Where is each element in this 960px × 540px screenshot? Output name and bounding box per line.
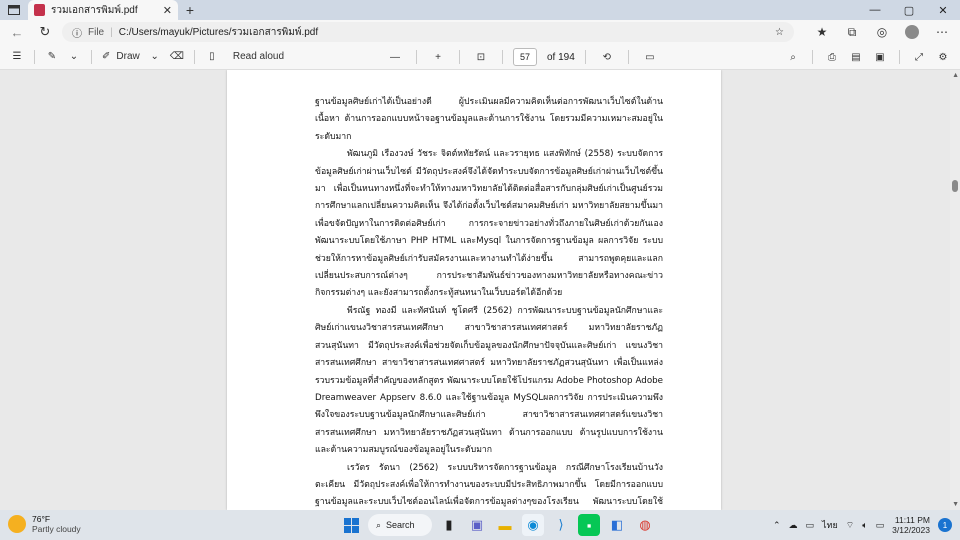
toolbar-divider — [416, 50, 417, 64]
paragraph: ฐานข้อมูลศิษย์เก่าได้เป็นอย่างดี ผู้ประเ… — [315, 97, 663, 142]
highlight-icon[interactable]: ✎ — [41, 46, 63, 68]
vertical-scrollbar[interactable]: ▲ ▼ — [950, 70, 960, 510]
scrollbar-thumb[interactable] — [952, 180, 958, 192]
fullscreen-icon[interactable]: ⤢ — [908, 46, 930, 68]
page-number-input[interactable]: 57 — [513, 48, 537, 66]
maximize-button[interactable]: ▢ — [892, 0, 926, 20]
language-indicator[interactable]: ไทย — [822, 518, 838, 532]
tab-close-icon[interactable]: ✕ — [163, 4, 172, 17]
collections-icon[interactable]: ⧉ — [840, 21, 864, 43]
scroll-up-icon[interactable]: ▲ — [952, 72, 959, 79]
scheme-label: File — [88, 26, 105, 38]
tab-title: รวมเอกสารพิมพ์.pdf — [51, 4, 138, 16]
paragraph: พัฒนภูมิ เรืองวงษ์ วัชระ จิตต์หทัยรัตน์ … — [315, 149, 663, 299]
tab-pdf[interactable]: รวมเอกสารพิมพ์.pdf ✕ — [28, 0, 178, 20]
scroll-down-icon[interactable]: ▼ — [952, 501, 959, 508]
save-icon[interactable]: ▤ — [845, 46, 867, 68]
draw-icon: ✐ — [102, 51, 111, 62]
search-icon[interactable]: ⌕ — [782, 46, 804, 68]
search-icon: ⌕ — [376, 519, 382, 530]
fit-page-icon[interactable]: ⊡ — [470, 46, 492, 68]
text-icon[interactable]: ▯ — [201, 46, 223, 68]
taskbar: 76°F Partly cloudy ⌕ Search ▮ ▣ ▬ ◉ ⟩ ▪ … — [0, 510, 960, 540]
toolbar-divider — [812, 50, 813, 64]
vscode-icon[interactable]: ⟩ — [550, 514, 572, 536]
draw-button[interactable]: ✐ Draw — [98, 46, 144, 68]
info-icon[interactable]: ⓘ — [72, 25, 82, 40]
clock-date: 3/12/2023 — [892, 525, 930, 535]
clock[interactable]: 11:11 PM 3/12/2023 — [892, 515, 930, 535]
toolbar-divider — [193, 49, 195, 64]
address-bar-row: ← ↻ ⓘ File | C:/Users/mayuk/Pictures/รวม… — [0, 20, 960, 44]
pdf-toolbar: ☰ ✎ ⌄ ✐ Draw ⌄ ⌫ ▯ Read aloud — + ⊡ 57 o… — [0, 44, 960, 70]
profile-avatar[interactable] — [900, 21, 924, 43]
toolbar-divider — [502, 50, 503, 64]
start-button[interactable] — [340, 514, 362, 536]
line-icon[interactable]: ▪ — [578, 514, 600, 536]
tab-strip: รวมเอกสารพิมพ์.pdf ✕ + — ▢ ✕ — [0, 0, 960, 20]
zoom-in-button[interactable]: + — [427, 46, 449, 68]
chevron-down-icon[interactable]: ⌄ — [63, 46, 85, 68]
network-drive-icon[interactable]: ▭ — [806, 520, 815, 531]
battery-icon[interactable]: ▭ — [876, 520, 885, 531]
store-icon[interactable]: ◧ — [606, 514, 628, 536]
taskbar-search[interactable]: ⌕ Search — [368, 514, 432, 536]
windows-logo-icon — [343, 517, 359, 533]
total-pages: of 194 — [547, 51, 575, 63]
partly-cloudy-icon — [8, 515, 26, 533]
favorite-star-icon[interactable]: ☆ — [775, 27, 784, 38]
weather-widget[interactable]: 76°F Partly cloudy — [8, 514, 81, 534]
pdf-viewer[interactable]: ฐานข้อมูลศิษย์เก่าได้เป็นอย่างดี ผู้ประเ… — [0, 70, 960, 510]
print-icon[interactable]: ⎙ — [821, 46, 843, 68]
draw-label: Draw — [116, 51, 140, 62]
contents-icon[interactable]: ☰ — [6, 46, 28, 68]
rotate-icon[interactable]: ⟲ — [596, 46, 618, 68]
new-tab-button[interactable]: + — [178, 0, 202, 20]
chevron-down-icon[interactable]: ⌄ — [144, 46, 166, 68]
wifi-icon[interactable]: ⌔ — [846, 520, 854, 531]
notification-badge[interactable]: 1 — [938, 518, 952, 532]
weather-condition: Partly cloudy — [32, 524, 81, 534]
save-as-icon[interactable]: ▣ — [869, 46, 891, 68]
favorites-icon[interactable]: ★ — [810, 21, 834, 43]
back-button[interactable]: ← — [6, 21, 28, 43]
eraser-icon[interactable]: ⌫ — [166, 46, 188, 68]
zoom-out-button[interactable]: — — [384, 46, 406, 68]
refresh-button[interactable]: ↻ — [34, 21, 56, 43]
minimize-button[interactable]: — — [858, 0, 892, 20]
address-bar[interactable]: ⓘ File | C:/Users/mayuk/Pictures/รวมเอกส… — [62, 22, 794, 42]
edge-icon[interactable]: ◉ — [522, 514, 544, 536]
settings-gear-icon[interactable]: ⚙ — [932, 46, 954, 68]
chrome-icon[interactable]: ◍ — [634, 514, 656, 536]
toolbar-divider — [627, 50, 629, 64]
volume-icon[interactable]: 🔈︎ — [862, 520, 867, 531]
toolbar-divider — [91, 49, 92, 64]
paragraph: พีรณัฐ ทองมี และทัศนันท์ ชูโตศรี (2562) … — [315, 305, 663, 456]
toolbar-divider — [34, 49, 35, 64]
pdf-page: ฐานข้อมูลศิษย์เก่าได้เป็นอย่างดี ผู้ประเ… — [227, 70, 721, 510]
address-separator: | — [110, 26, 113, 38]
toolbar-divider — [459, 50, 460, 64]
page-view-icon[interactable]: ▭ — [639, 46, 661, 68]
paragraph: เรวัตร รัตนา (2562) ระบบบริหารจัดการฐานข… — [315, 462, 663, 508]
file-explorer-icon[interactable]: ▬ — [494, 514, 516, 536]
clock-time: 11:11 PM — [894, 515, 930, 525]
toolbar-divider — [899, 50, 900, 64]
pdf-file-icon — [34, 4, 45, 16]
teams-chat-icon[interactable]: ▣ — [466, 514, 488, 536]
page-text: ฐานข้อมูลศิษย์เก่าได้เป็นอย่างดี ผู้ประเ… — [315, 94, 663, 510]
weather-temp: 76°F — [32, 514, 51, 524]
more-menu-icon[interactable]: ⋯ — [930, 21, 954, 43]
copilot-icon[interactable]: ◎ — [870, 21, 894, 43]
toolbar-divider — [584, 50, 586, 64]
system-tray: ⌃ ☁ ▭ ไทย ⌔ 🔈︎ ▭ 11:11 PM 3/12/2023 1 — [773, 513, 952, 537]
close-window-button[interactable]: ✕ — [926, 0, 960, 20]
search-label: Search — [386, 520, 415, 530]
chevron-up-icon[interactable]: ⌃ — [773, 520, 781, 531]
read-aloud-button[interactable]: Read aloud — [229, 46, 288, 68]
task-view-icon[interactable]: ▮ — [438, 514, 460, 536]
url-text[interactable]: C:/Users/mayuk/Pictures/รวมเอกสารพิมพ์.p… — [119, 25, 769, 40]
tab-actions-icon[interactable] — [0, 0, 28, 20]
onedrive-icon[interactable]: ☁ — [789, 520, 798, 531]
